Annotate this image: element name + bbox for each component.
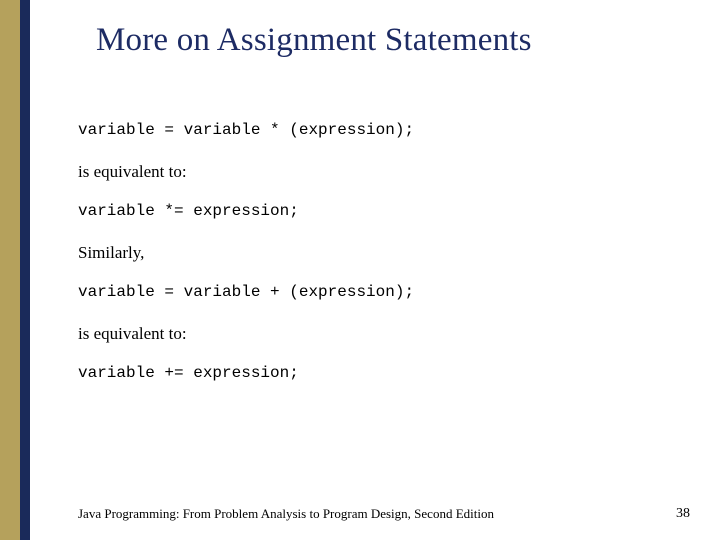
- left-accent-stripe: [0, 0, 32, 540]
- body-line: is equivalent to:: [78, 161, 658, 183]
- slide-content: variable = variable * (expression); is e…: [78, 120, 658, 403]
- stripe-gold: [0, 0, 20, 540]
- slide-footer: Java Programming: From Problem Analysis …: [78, 506, 494, 522]
- stripe-navy: [20, 0, 30, 540]
- body-line: is equivalent to:: [78, 323, 658, 345]
- code-line: variable = variable + (expression);: [78, 282, 658, 303]
- body-line: Similarly,: [78, 242, 658, 264]
- code-line: variable = variable * (expression);: [78, 120, 658, 141]
- page-number: 38: [676, 506, 690, 522]
- slide-title: More on Assignment Statements: [96, 22, 532, 59]
- code-line: variable += expression;: [78, 363, 658, 384]
- code-line: variable *= expression;: [78, 201, 658, 222]
